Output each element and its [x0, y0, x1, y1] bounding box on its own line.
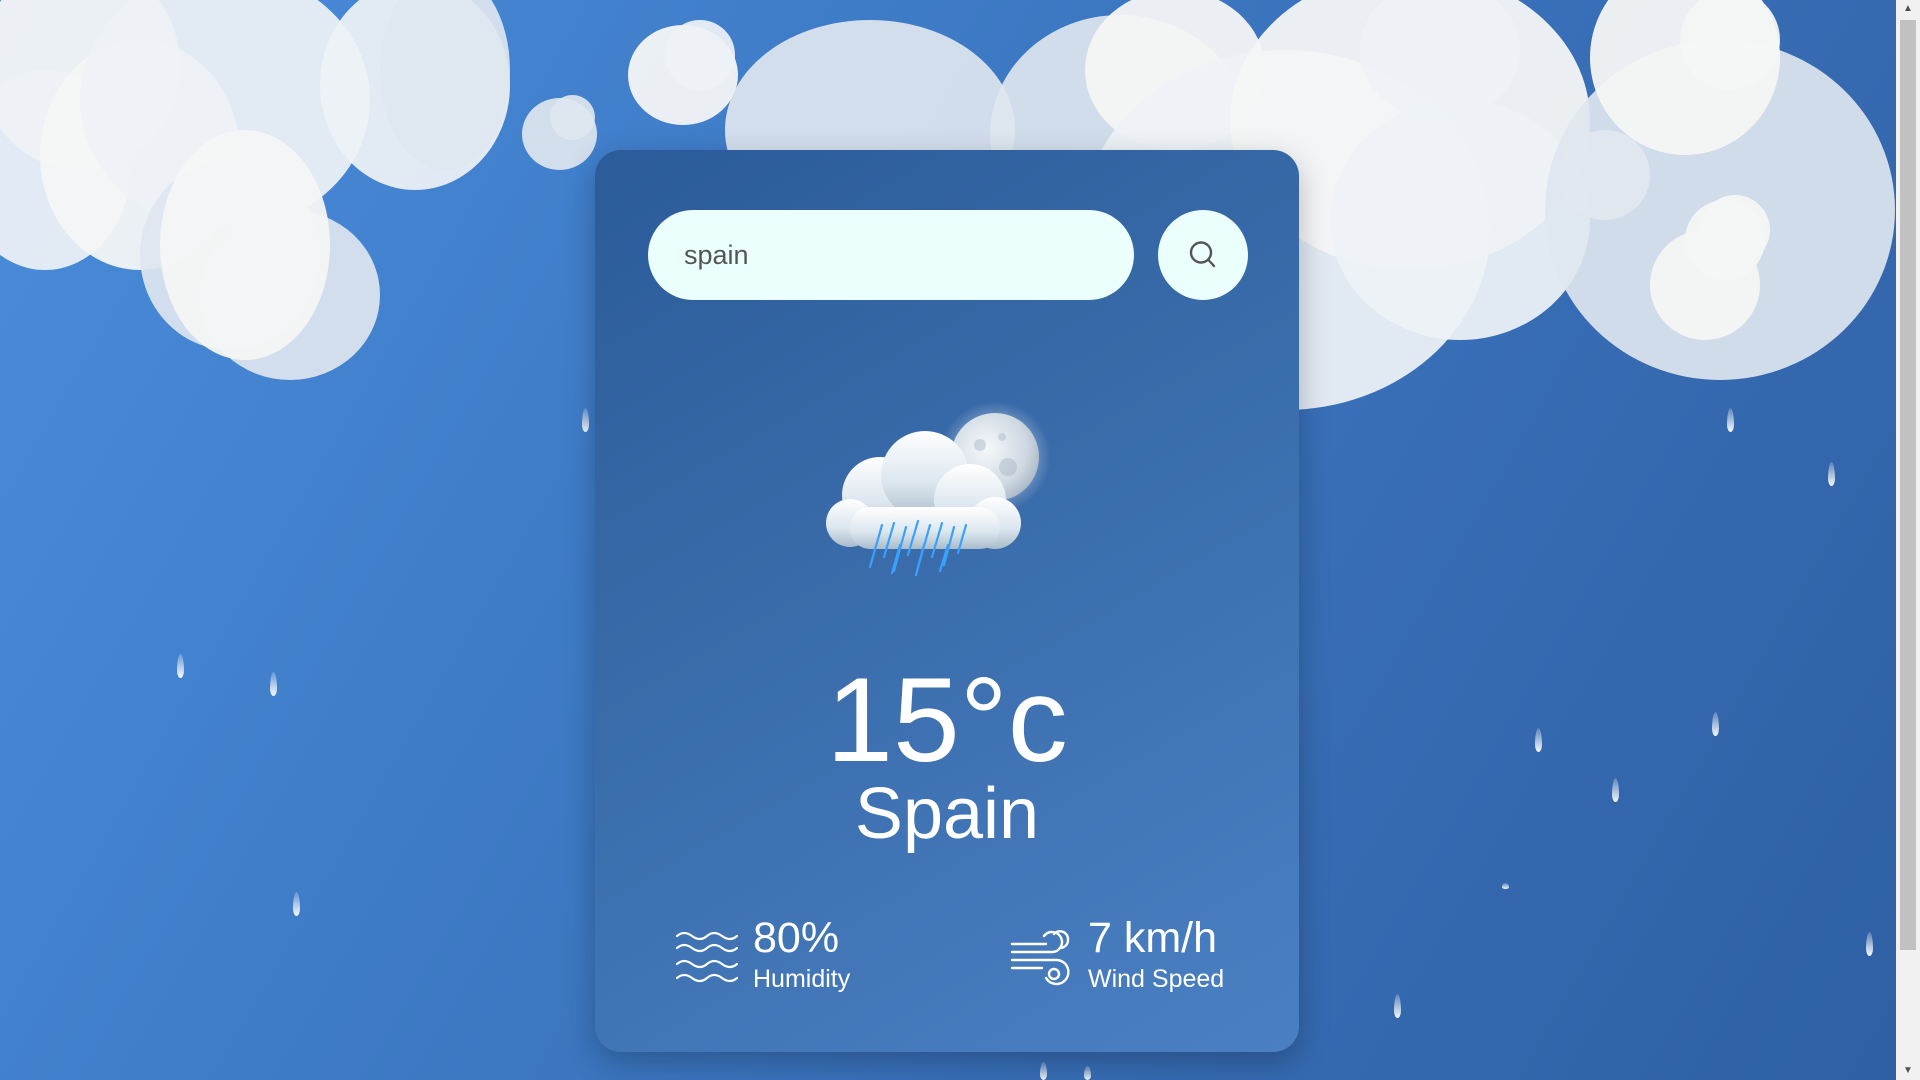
scrollbar[interactable]: ▲ ▼	[1896, 0, 1920, 1080]
wind-speed-value: 7 km/h	[1088, 914, 1218, 962]
wind-stat: 7 km/h Wind Speed	[1010, 917, 1224, 994]
wind-speed-label: Wind Speed	[1088, 965, 1225, 993]
humidity-stat: 80% Humidity	[675, 917, 850, 994]
humidity-label: Humidity	[753, 965, 851, 993]
city-search-input[interactable]	[648, 210, 1134, 300]
scroll-down-arrow[interactable]: ▼	[1896, 1062, 1920, 1080]
city-name: Spain	[854, 774, 1040, 854]
temperature-value: 15°c	[826, 653, 1068, 787]
scrollbar-thumb[interactable]	[1900, 20, 1916, 950]
scroll-up-arrow[interactable]: ▲	[1896, 0, 1920, 18]
search-icon	[1189, 241, 1216, 268]
weather-card: 15°c Spain 80% Humidity	[595, 150, 1299, 1052]
search-button[interactable]	[1158, 210, 1248, 300]
rain-cloud-moon-icon	[826, 401, 1051, 577]
humidity-waves-icon	[675, 931, 739, 982]
wind-icon	[1010, 929, 1070, 985]
humidity-value: 80%	[753, 914, 840, 962]
